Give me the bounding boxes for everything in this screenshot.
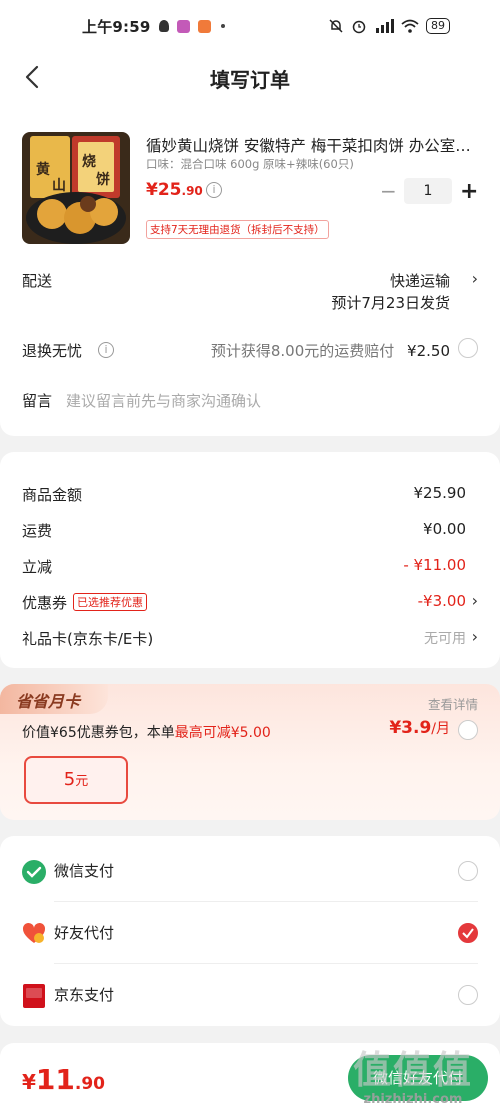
monthly-card-desc-highlight: 最高可减¥5.00 [174, 725, 271, 741]
delivery-method[interactable]: 快递运输 [390, 270, 450, 291]
remark-input[interactable]: 建议留言前先与商家沟通确认 [66, 390, 466, 411]
product-price: ¥25.90 [146, 180, 203, 200]
product-title[interactable]: 循妙黄山烧饼 安徽特产 梅干菜扣肉饼 办公室零食 [146, 134, 476, 156]
return-insurance-label: 退换无忧 [22, 342, 83, 360]
remark-label: 留言 [22, 392, 53, 410]
checkout-footer: ¥11.90 微信好友代付 [0, 1043, 500, 1111]
status-bar: 上午9:59 89 [0, 0, 500, 52]
order-total: ¥11.90 [22, 1063, 105, 1096]
svg-text:山: 山 [52, 178, 66, 194]
payment-radio-jd[interactable] [458, 985, 478, 1005]
return-policy-tag: 支持7天无理由退货（拆封后不支持） [146, 220, 329, 239]
product-price-symbol: ¥ [146, 180, 158, 200]
app-notification-icon [176, 19, 190, 33]
coupon-label: 优惠券 [22, 594, 68, 612]
return-insurance-info-icon[interactable]: i [98, 342, 114, 358]
wechat-pay-icon [22, 860, 46, 884]
gift-card-chevron-icon[interactable]: › [472, 627, 478, 646]
instant-discount-value: - ¥11.00 [403, 556, 466, 574]
monthly-card-promo: 省省月卡 查看详情 价值¥65优惠券包，本单最高可减¥5.00 ¥3.9/月 5… [0, 684, 500, 820]
shipping-fee-value: ¥0.00 [423, 520, 466, 538]
monthly-card-coupon: 5元 [24, 756, 128, 804]
increase-quantity-button[interactable]: + [460, 179, 478, 204]
payment-option-label: 微信支付 [54, 862, 115, 880]
payment-option-label: 京东支付 [54, 986, 115, 1004]
monthly-card-price: ¥3.9/月 [389, 718, 450, 738]
return-insurance-checkbox[interactable] [458, 338, 478, 358]
status-icons: 89 [328, 18, 450, 34]
monthly-card-coupon-unit: 元 [75, 774, 89, 789]
order-total-symbol: ¥ [22, 1070, 36, 1094]
monthly-card-desc-prefix: 价值¥65优惠券包，本单 [22, 725, 175, 741]
goods-amount-label: 商品金额 [22, 486, 83, 504]
more-notifications-dot [220, 24, 225, 28]
return-insurance-detail: 预计获得8.00元的运费赔付 ¥2.50 [211, 340, 450, 361]
svg-text:烧: 烧 [82, 153, 96, 170]
app-notification-icon-2 [197, 19, 211, 33]
checkmark-icon [462, 928, 474, 939]
price-summary-card: 商品金额 ¥25.90 运费 ¥0.00 立减 - ¥11.00 优惠券 已选推荐… [0, 452, 500, 668]
coupon-value[interactable]: -¥3.00 [418, 592, 466, 610]
battery-indicator: 89 [426, 18, 450, 34]
alarm-icon [352, 20, 366, 34]
product-price-int: 25 [157, 180, 182, 200]
qq-icon [158, 20, 169, 32]
payment-radio-friend[interactable] [458, 923, 478, 943]
payment-option-label: 好友代付 [54, 924, 115, 942]
monthly-card-badge: 省省月卡 [0, 684, 108, 714]
payment-option-friend[interactable]: 好友代付 [0, 902, 500, 964]
svg-text:黄: 黄 [36, 161, 50, 178]
payment-option-jd[interactable]: 京东支付 [0, 964, 500, 1026]
monthly-card-coupon-amount: 5 [63, 769, 76, 790]
gift-card-label: 礼品卡(京东卡/E卡) [22, 630, 154, 648]
monthly-card-checkbox[interactable] [458, 720, 478, 740]
monthly-card-price-unit: /月 [431, 721, 450, 737]
monthly-card-description: 价值¥65优惠券包，本单最高可减¥5.00 [22, 722, 271, 742]
coupon-chevron-icon[interactable]: › [472, 591, 478, 610]
goods-amount-value: ¥25.90 [413, 484, 467, 502]
wifi-icon [401, 19, 419, 33]
delivery-date: 预计7月23日发货 [331, 294, 450, 312]
mute-bell-icon [329, 19, 343, 33]
submit-order-button[interactable]: 微信好友代付 [348, 1055, 488, 1101]
product-price-dec: .90 [181, 184, 203, 198]
status-time: 上午9:59 [82, 17, 151, 36]
nav-bar: 填写订单 [0, 52, 500, 104]
product-spec: 口味：混合口味 600g 原味+辣味(60只) [146, 157, 354, 171]
delivery-chevron-icon[interactable]: › [472, 269, 478, 288]
payment-methods-card: 微信支付 好友代付 京东支付 [0, 836, 500, 1026]
monthly-card-price-value: ¥3.9 [389, 718, 432, 738]
order-total-int: 11 [35, 1063, 75, 1096]
coupon-recommended-tag: 已选推荐优惠 [73, 593, 148, 611]
cellular-signal-icon [376, 19, 394, 33]
order-product-card: 黄 山 烧 饼 循妙黄山烧饼 安徽特产 梅干菜扣肉饼 办公室零食 口味：混合口味… [0, 104, 500, 436]
payment-radio-wechat[interactable] [458, 861, 478, 881]
return-insurance-desc: 预计获得8.00元的运费赔付 [210, 342, 395, 360]
delivery-label: 配送 [22, 272, 53, 290]
decrease-quantity-button[interactable]: − [380, 179, 397, 203]
gift-card-value[interactable]: 无可用 [424, 628, 466, 648]
quantity-input[interactable]: 1 [404, 178, 452, 204]
page-title: 填写订单 [210, 67, 290, 92]
svg-text:饼: 饼 [96, 171, 110, 188]
monthly-card-detail-link[interactable]: 查看详情 [428, 694, 478, 713]
payment-option-wechat[interactable]: 微信支付 [0, 840, 500, 902]
order-total-dec: .90 [74, 1074, 106, 1094]
back-arrow-icon[interactable] [18, 62, 48, 92]
shipping-fee-label: 运费 [22, 522, 53, 540]
jd-pay-icon [23, 984, 45, 1008]
price-info-icon[interactable]: i [206, 182, 222, 198]
coupon-row-label: 优惠券 已选推荐优惠 [22, 592, 148, 613]
product-image[interactable]: 黄 山 烧 饼 [22, 132, 130, 244]
friend-pay-heart-icon [22, 922, 46, 943]
instant-discount-label: 立减 [22, 558, 53, 576]
quantity-stepper: − 1 + [380, 178, 478, 204]
return-insurance-price: ¥2.50 [407, 342, 450, 360]
